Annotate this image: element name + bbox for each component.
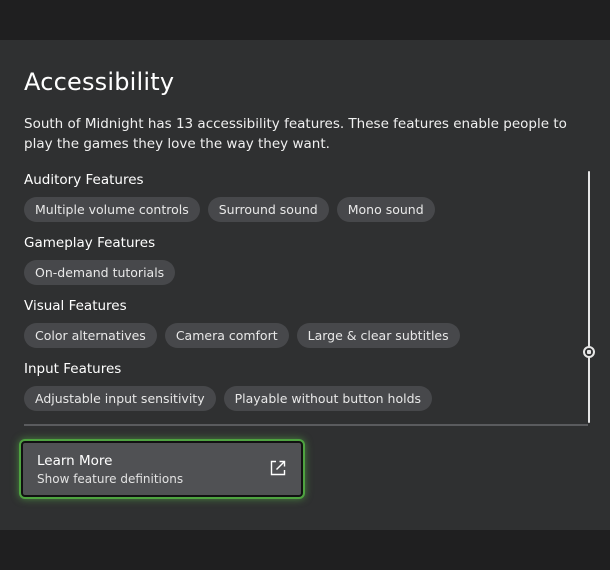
feature-chip-group: Multiple volume controls Surround sound … <box>24 197 584 222</box>
scrollbar-track[interactable] <box>588 171 590 423</box>
feature-chip: Multiple volume controls <box>24 197 200 222</box>
feature-chip: Playable without button holds <box>223 386 433 411</box>
section-visual: Visual Features Color alternatives Camer… <box>24 296 584 348</box>
feature-chip-group: On-demand tutorials <box>24 260 584 285</box>
section-title: Input Features <box>24 361 122 377</box>
feature-chip: Mono sound <box>336 197 435 222</box>
feature-chip-group: Color alternatives Camera comfort Large … <box>24 323 584 348</box>
feature-chip: Adjustable input sensitivity <box>24 386 216 411</box>
section-title: Gameplay Features <box>24 235 156 251</box>
learn-more-subtitle: Show feature definitions <box>37 472 184 486</box>
accessibility-panel: Accessibility South of Midnight has 13 a… <box>0 40 610 530</box>
feature-chip: Large & clear subtitles <box>296 323 460 348</box>
section-title: Auditory Features <box>24 172 144 188</box>
content-divider <box>24 424 588 426</box>
page-title: Accessibility <box>24 68 175 96</box>
section-gameplay: Gameplay Features On-demand tutorials <box>24 233 584 285</box>
section-input: Input Features Adjustable input sensitiv… <box>24 359 584 411</box>
feature-chip: Surround sound <box>207 197 329 222</box>
section-title: Visual Features <box>24 298 127 314</box>
feature-chip-group: Adjustable input sensitivity Playable wi… <box>24 386 584 411</box>
external-link-icon <box>270 460 286 476</box>
feature-chip: Color alternatives <box>24 323 157 348</box>
learn-more-title: Learn More <box>37 453 113 469</box>
top-band <box>0 0 610 40</box>
bottom-band <box>0 530 610 570</box>
features-list[interactable]: Auditory Features Multiple volume contro… <box>24 170 584 425</box>
section-auditory: Auditory Features Multiple volume contro… <box>24 170 584 222</box>
accessibility-description: South of Midnight has 13 accessibility f… <box>24 116 567 152</box>
feature-chip: On-demand tutorials <box>24 260 176 285</box>
feature-chip: Camera comfort <box>164 323 289 348</box>
scrollbar-thumb[interactable] <box>583 346 595 358</box>
learn-more-button[interactable]: Learn More Show feature definitions <box>21 441 303 497</box>
